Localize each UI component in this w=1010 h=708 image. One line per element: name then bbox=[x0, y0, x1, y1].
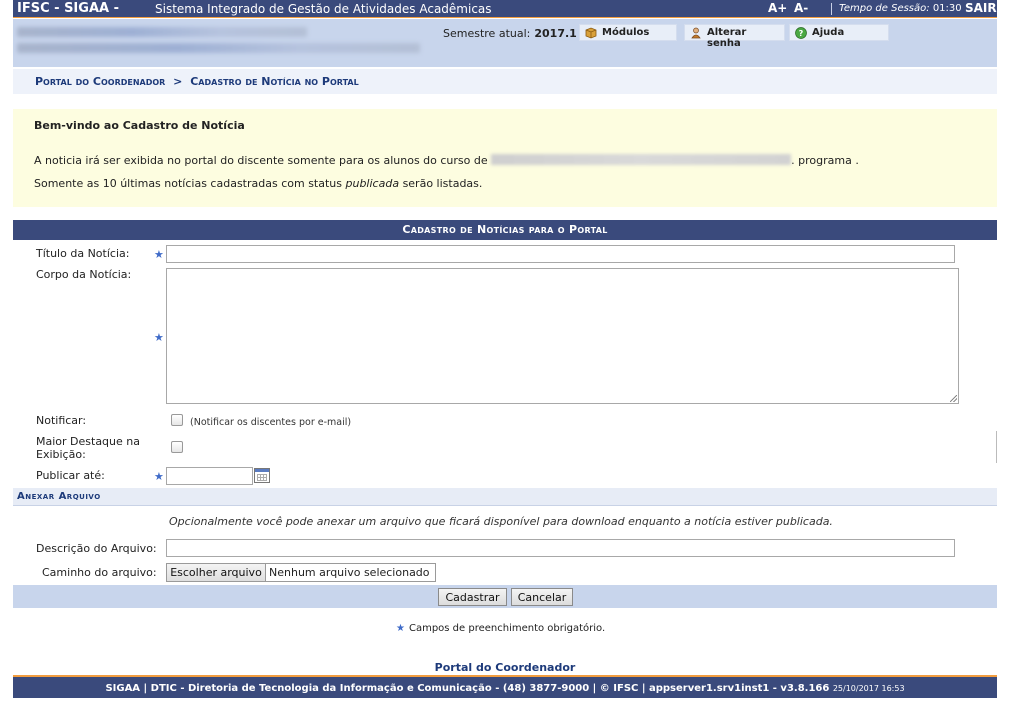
welcome-course-line: A noticia irá ser exibida no portal do d… bbox=[34, 154, 859, 167]
top-bar: IFSC - SIGAA - Sistema Integrado de Gest… bbox=[13, 0, 997, 18]
welcome-title: Bem-vindo ao Cadastro de Notícia bbox=[34, 119, 245, 132]
breadcrumb-parent[interactable]: Portal do Coordenador bbox=[35, 75, 165, 88]
highlight-checkbox[interactable] bbox=[171, 441, 183, 453]
required-star-icon: ★ bbox=[154, 331, 164, 344]
modules-button[interactable]: Módulos bbox=[579, 24, 677, 41]
redacted-user-info bbox=[17, 27, 307, 37]
semester-value: 2017.1 bbox=[534, 27, 577, 40]
listing-line-status: publicada bbox=[345, 177, 400, 190]
file-status: Nenhum arquivo selecionado bbox=[266, 563, 436, 582]
font-increase-button[interactable]: A+ bbox=[768, 1, 787, 15]
body-textarea[interactable] bbox=[166, 268, 959, 404]
welcome-listing-line: Somente as 10 últimas notícias cadastrad… bbox=[34, 177, 482, 190]
svg-text:?: ? bbox=[799, 29, 804, 38]
help-label: Ajuda bbox=[812, 27, 845, 38]
breadcrumb: Portal do Coordenador > Cadastro de Notí… bbox=[35, 75, 359, 88]
help-button[interactable]: ? Ajuda bbox=[789, 24, 889, 41]
breadcrumb-separator: > bbox=[173, 75, 183, 88]
footer-text: SIGAA | DTIC - Diretoria de Tecnologia d… bbox=[105, 683, 830, 694]
required-fields-note: ★ Campos de preenchimento obrigatório. bbox=[396, 623, 605, 634]
required-note-text: Campos de preenchimento obrigatório. bbox=[408, 623, 606, 634]
welcome-panel: Bem-vindo ao Cadastro de Notícia A notic… bbox=[13, 109, 997, 207]
title-input[interactable] bbox=[166, 245, 955, 263]
attachment-section: Anexar Arquivo bbox=[13, 488, 997, 506]
session-label: Tempo de Sessão: bbox=[839, 3, 930, 14]
change-password-label: Alterar senha bbox=[707, 27, 747, 49]
user-key-icon bbox=[691, 27, 701, 39]
course-line-suffix: . programa . bbox=[791, 154, 859, 167]
submit-button[interactable]: Cadastrar bbox=[438, 588, 507, 606]
listing-line-suffix: serão listadas. bbox=[402, 177, 483, 190]
cancel-button[interactable]: Cancelar bbox=[511, 588, 573, 606]
session-time: 01:30 bbox=[932, 3, 962, 14]
notify-label: Notificar: bbox=[36, 414, 87, 427]
required-star-icon: ★ bbox=[154, 470, 164, 483]
form-caption: Cadastro de Notícias para o Portal bbox=[13, 220, 997, 240]
box-icon bbox=[585, 27, 597, 39]
redacted-user-info bbox=[17, 43, 420, 53]
footer-timestamp: 25/10/2017 16:53 bbox=[832, 684, 905, 693]
user-info-bar: Semestre atual: 2017.1 Módulos Alterar se… bbox=[13, 19, 997, 67]
modules-label: Módulos bbox=[602, 27, 650, 38]
file-description-label: Descrição do Arquivo: bbox=[36, 542, 157, 555]
logout-button[interactable]: SAIR bbox=[965, 1, 997, 15]
publish-until-input[interactable] bbox=[166, 467, 253, 485]
calendar-icon[interactable] bbox=[254, 468, 270, 483]
required-star-icon: ★ bbox=[396, 623, 405, 634]
attachment-section-title: Anexar Arquivo bbox=[17, 491, 101, 502]
resize-grip-icon[interactable] bbox=[950, 395, 957, 402]
current-semester: Semestre atual: 2017.1 bbox=[443, 27, 577, 40]
notify-note: (Notificar os discentes por e-mail) bbox=[190, 417, 352, 428]
system-name: Sistema Integrado de Gestão de Atividade… bbox=[155, 2, 492, 16]
session-timer: Tempo de Sessão: 01:30 bbox=[839, 3, 962, 14]
attachment-note: Opcionalmente você pode anexar um arquiv… bbox=[169, 515, 833, 528]
help-icon: ? bbox=[795, 27, 807, 39]
choose-file-button[interactable]: Escolher arquivo bbox=[166, 563, 266, 582]
highlight-label: Maior Destaque na bbox=[36, 435, 140, 448]
font-decrease-button[interactable]: A- bbox=[794, 1, 808, 15]
notify-checkbox[interactable] bbox=[171, 414, 183, 426]
file-description-input[interactable] bbox=[166, 539, 955, 557]
file-path-label: Caminho do arquivo: bbox=[42, 566, 157, 579]
divider bbox=[831, 3, 832, 15]
listing-line-text: Somente as 10 últimas notícias cadastrad… bbox=[34, 177, 342, 190]
semester-label: Semestre atual: bbox=[443, 27, 531, 40]
publish-until-label: Publicar até: bbox=[36, 469, 105, 482]
change-password-button[interactable]: Alterar senha bbox=[684, 24, 785, 49]
redacted-course-name bbox=[491, 154, 792, 165]
required-star-icon: ★ bbox=[154, 248, 164, 261]
course-line-text: A noticia irá ser exibida no portal do d… bbox=[34, 154, 488, 167]
portal-coordinator-link[interactable]: Portal do Coordenador bbox=[0, 661, 1010, 674]
body-label: Corpo da Notícia: bbox=[36, 268, 132, 281]
highlight-label-cont: Exibição: bbox=[36, 448, 86, 461]
brand: IFSC - SIGAA - bbox=[17, 1, 119, 16]
title-label: Título da Notícia: bbox=[36, 247, 130, 260]
footer: SIGAA | DTIC - Diretoria de Tecnologia d… bbox=[13, 675, 997, 698]
portal-link-text[interactable]: Portal do Coordenador bbox=[435, 661, 576, 674]
divider bbox=[996, 431, 997, 463]
breadcrumb-current: Cadastro de Notícia no Portal bbox=[190, 75, 359, 88]
